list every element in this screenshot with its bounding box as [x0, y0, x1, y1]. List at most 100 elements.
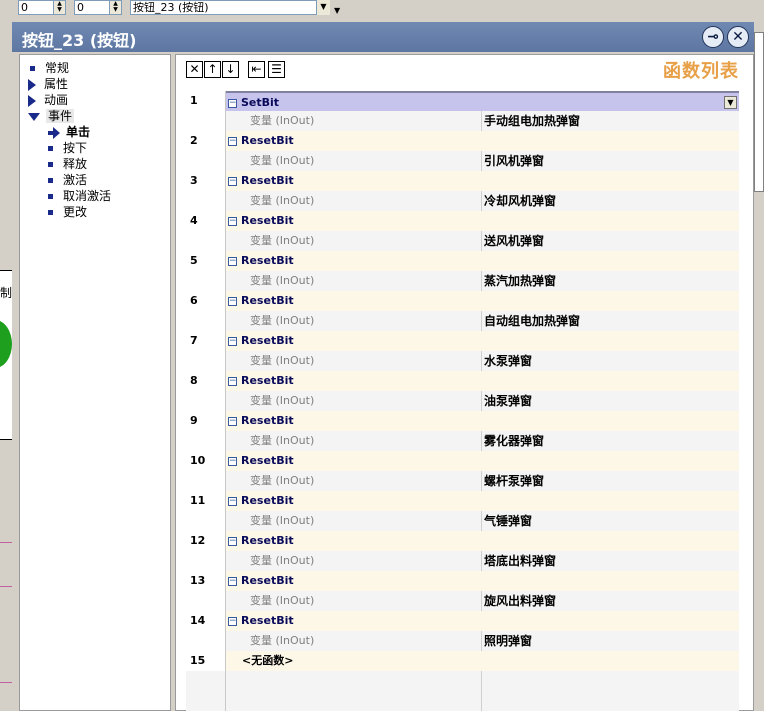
parameter-value[interactable]: 引风机弹窗	[482, 151, 739, 171]
function-row[interactable]: 3− ResetBit	[186, 171, 739, 191]
parameter-row[interactable]: 变量 (InOut) 螺杆泵弹窗	[186, 471, 739, 491]
parameter-row[interactable]: 变量 (InOut) 引风机弹窗	[186, 151, 739, 171]
move-down-icon[interactable]: ↓	[222, 61, 239, 78]
parameter-value[interactable]: 油泵弹窗	[482, 391, 739, 411]
collapse-icon[interactable]: −	[228, 376, 237, 386]
collapse-icon[interactable]: −	[228, 136, 237, 146]
parameter-value[interactable]: 螺杆泵弹窗	[482, 471, 739, 491]
collapse-icon[interactable]: −	[228, 416, 237, 426]
collapse-icon[interactable]: −	[228, 616, 237, 626]
function-row[interactable]: 15 <无函数>	[186, 651, 739, 671]
function-name-cell[interactable]: − ResetBit	[226, 411, 739, 431]
function-name-cell[interactable]: − ResetBit	[226, 611, 739, 631]
function-name-cell[interactable]: <无函数>	[226, 651, 739, 671]
function-name-cell[interactable]: − ResetBit	[226, 371, 739, 391]
tree-item[interactable]: 取消激活	[48, 188, 111, 204]
parameter-value[interactable]: 旋风出料弹窗	[482, 591, 739, 611]
indent-icon[interactable]: ☰	[268, 61, 285, 78]
expand-icon[interactable]	[28, 78, 36, 91]
object-select[interactable]: 按钮_23 (按钮)	[130, 0, 330, 15]
function-name-cell[interactable]: − ResetBit	[226, 451, 739, 471]
collapse-icon[interactable]: −	[228, 176, 237, 186]
parameter-value[interactable]: 雾化器弹窗	[482, 431, 739, 451]
collapse-icon[interactable]: −	[228, 496, 237, 506]
function-name-cell[interactable]: − ResetBit	[226, 331, 739, 351]
parameter-row[interactable]: 变量 (InOut) 雾化器弹窗	[186, 431, 739, 451]
tree-item[interactable]: 常规	[30, 60, 69, 76]
function-row[interactable]: 4− ResetBit	[186, 211, 739, 231]
expand-icon[interactable]	[28, 94, 36, 107]
tree-item[interactable]: 事件	[28, 108, 75, 124]
parameter-value[interactable]: 照明弹窗	[482, 631, 739, 651]
collapse-icon[interactable]: −	[228, 336, 237, 346]
parameter-row[interactable]: 变量 (InOut) 自动组电加热弹窗	[186, 311, 739, 331]
function-row[interactable]: 7− ResetBit	[186, 331, 739, 351]
function-name-cell[interactable]: − ResetBit	[226, 291, 739, 311]
function-row[interactable]: 12− ResetBit	[186, 531, 739, 551]
function-name-cell[interactable]: − ResetBit	[226, 131, 739, 151]
parameter-row[interactable]: 变量 (InOut) 冷却风机弹窗	[186, 191, 739, 211]
collapse-icon[interactable]: −	[228, 216, 237, 226]
toolbar-more-icon[interactable]: ▼	[334, 6, 340, 15]
function-row[interactable]: 2− ResetBit	[186, 131, 739, 151]
parameter-row[interactable]: 变量 (InOut) 送风机弹窗	[186, 231, 739, 251]
collapse-icon[interactable]: −	[228, 536, 237, 546]
function-name-cell[interactable]: − ResetBit	[226, 531, 739, 551]
collapse-icon[interactable]: −	[228, 456, 237, 466]
pin-icon[interactable]: ⊸	[702, 26, 724, 48]
function-row[interactable]: 1− SetBit ▼	[186, 91, 739, 111]
function-row[interactable]: 9− ResetBit	[186, 411, 739, 431]
tree-item[interactable]: 释放	[48, 156, 87, 172]
parameter-value[interactable]: 冷却风机弹窗	[482, 191, 739, 211]
function-row[interactable]: 8− ResetBit	[186, 371, 739, 391]
function-name-cell[interactable]: − ResetBit	[226, 571, 739, 591]
tree-item[interactable]: 更改	[48, 204, 87, 220]
collapse-icon[interactable]: −	[228, 98, 237, 108]
collapse-icon[interactable]: −	[228, 256, 237, 266]
parameter-row[interactable]: 变量 (InOut) 水泵弹窗	[186, 351, 739, 371]
parameter-row[interactable]: 变量 (InOut) 油泵弹窗	[186, 391, 739, 411]
position-y-spinner[interactable]: ▲ ▼	[109, 0, 122, 15]
function-name-cell[interactable]: − ResetBit	[226, 211, 739, 231]
collapse-icon[interactable]	[28, 112, 40, 121]
position-x-spinner[interactable]: ▲ ▼	[53, 0, 66, 15]
function-name-cell[interactable]: − SetBit ▼	[226, 91, 739, 111]
tree-item[interactable]: 单击	[48, 124, 90, 140]
parameter-row[interactable]: 变量 (InOut) 塔底出料弹窗	[186, 551, 739, 571]
function-row[interactable]: 10− ResetBit	[186, 451, 739, 471]
tree-item[interactable]: 动画	[28, 92, 68, 108]
function-name-cell[interactable]: − ResetBit	[226, 251, 739, 271]
chevron-down-icon[interactable]: ▼	[724, 96, 737, 109]
collapse-icon[interactable]: −	[228, 296, 237, 306]
function-row[interactable]: 11− ResetBit	[186, 491, 739, 511]
tree-item[interactable]: 属性	[28, 76, 68, 92]
parameter-value[interactable]: 蒸汽加热弹窗	[482, 271, 739, 291]
parameter-value[interactable]: 气锤弹窗	[482, 511, 739, 531]
collapse-icon[interactable]: −	[228, 576, 237, 586]
tree-item[interactable]: 激活	[48, 172, 87, 188]
parameter-value[interactable]: 手动组电加热弹窗	[482, 111, 739, 131]
tree-item[interactable]: 按下	[48, 140, 87, 156]
move-up-icon[interactable]: ↑	[204, 61, 221, 78]
parameter-value[interactable]: 送风机弹窗	[482, 231, 739, 251]
function-row[interactable]: 5− ResetBit	[186, 251, 739, 271]
title-bar[interactable]: 按钮_23 (按钮) ⊸ ✕	[12, 22, 754, 52]
parameter-row[interactable]: 变量 (InOut) 照明弹窗	[186, 631, 739, 651]
parameter-row[interactable]: 变量 (InOut) 气锤弹窗	[186, 511, 739, 531]
parameter-row[interactable]: 变量 (InOut) 旋风出料弹窗	[186, 591, 739, 611]
chevron-down-icon[interactable]: ▼	[316, 0, 330, 15]
parameter-value[interactable]: 水泵弹窗	[482, 351, 739, 371]
function-row[interactable]: 14− ResetBit	[186, 611, 739, 631]
function-name-cell[interactable]: − ResetBit	[226, 491, 739, 511]
parameter-row[interactable]: 变量 (InOut) 手动组电加热弹窗	[186, 111, 739, 131]
function-row[interactable]: 6− ResetBit	[186, 291, 739, 311]
row-number-empty	[186, 391, 226, 411]
delete-icon[interactable]: ✕	[186, 61, 203, 78]
parameter-value[interactable]: 塔底出料弹窗	[482, 551, 739, 571]
close-icon[interactable]: ✕	[727, 26, 749, 48]
parameter-value[interactable]: 自动组电加热弹窗	[482, 311, 739, 331]
function-row[interactable]: 13− ResetBit	[186, 571, 739, 591]
function-name-cell[interactable]: − ResetBit	[226, 171, 739, 191]
outdent-icon[interactable]: ⇤	[248, 61, 265, 78]
parameter-row[interactable]: 变量 (InOut) 蒸汽加热弹窗	[186, 271, 739, 291]
